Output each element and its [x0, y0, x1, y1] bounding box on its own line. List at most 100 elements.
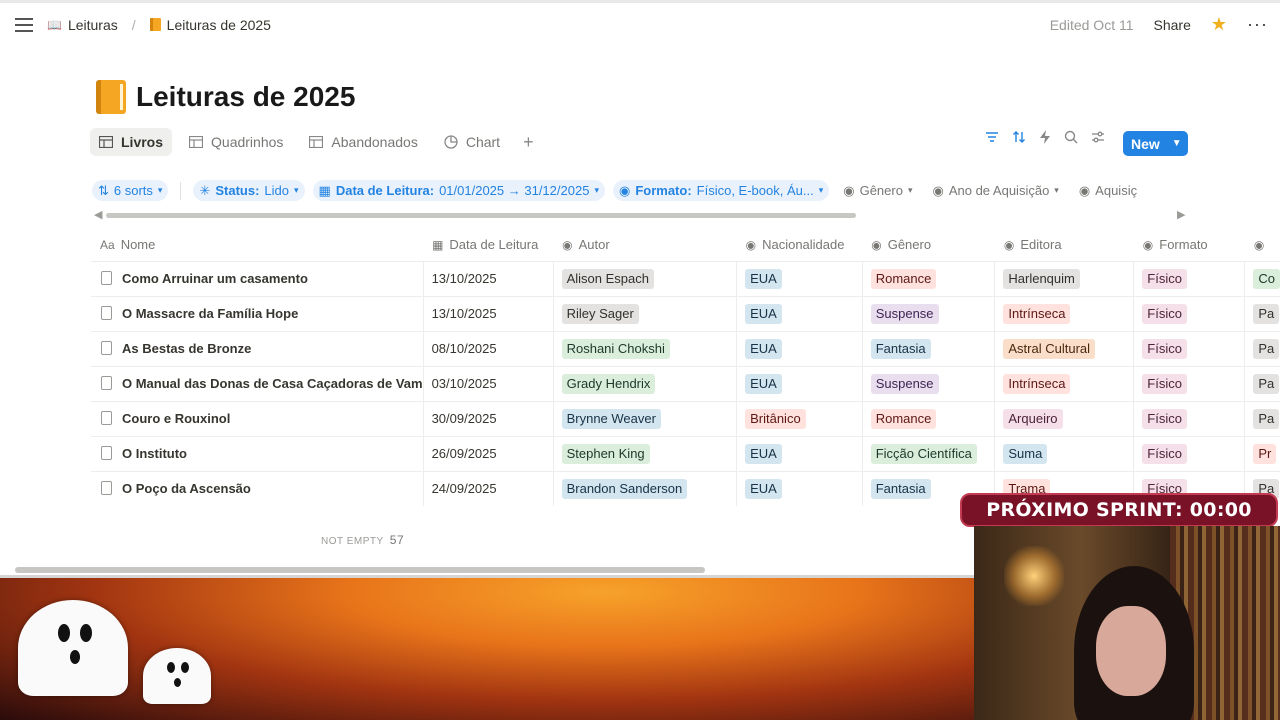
cell-next[interactable]: Pr — [1244, 435, 1280, 471]
cell-nacionalidade[interactable]: Britânico — [736, 400, 863, 436]
cell-nacionalidade[interactable]: EUA — [736, 435, 863, 471]
sort-icon[interactable] — [1012, 130, 1026, 144]
year-filter-chip[interactable]: ◉ Ano de Aquisição ▾ — [926, 180, 1064, 201]
table-scrollbar[interactable] — [15, 567, 705, 573]
sorts-chip[interactable]: ⇅ 6 sorts ▾ — [92, 180, 169, 201]
cell-genero[interactable]: Suspense — [861, 295, 995, 331]
share-button[interactable]: Share — [1154, 17, 1191, 33]
breadcrumb-current[interactable]: Leituras de 2025 — [167, 17, 271, 33]
table-row[interactable]: Couro e Rouxinol 30/09/2025 Brynne Weaver B… — [91, 400, 1280, 436]
column-header-editora[interactable]: ◉ Editora — [995, 228, 1134, 261]
cell-data[interactable]: 30/09/2025 — [422, 400, 554, 436]
page-title[interactable]: Leituras de 2025 — [136, 81, 355, 113]
cell-formato[interactable]: Físico — [1133, 295, 1245, 331]
more-icon[interactable]: ··· — [1247, 14, 1268, 35]
cell-genero[interactable]: Romance — [861, 400, 995, 436]
column-header-genero[interactable]: ◉ Gênero — [862, 228, 995, 261]
chevron-down-icon[interactable]: ▼ — [1172, 138, 1182, 149]
tab-livros[interactable]: Livros — [90, 128, 173, 156]
cell-data[interactable]: 08/10/2025 — [422, 330, 554, 366]
cell-autor[interactable]: Grady Hendrix — [552, 365, 737, 401]
cell-genero[interactable]: Suspense — [861, 365, 995, 401]
column-header-data[interactable]: ▦ Data de Leitura — [423, 228, 553, 261]
cell-editora[interactable]: Harlenquim — [994, 260, 1134, 296]
cell-data[interactable]: 24/09/2025 — [422, 470, 554, 506]
cell-formato[interactable]: Físico — [1133, 365, 1245, 401]
cell-nome[interactable]: As Bestas de Bronze — [91, 330, 424, 366]
date-filter-chip[interactable]: ▦ Data de Leitura: 01/01/2025 → 31/12/20… — [312, 180, 605, 201]
cell-nome[interactable]: Como Arruinar um casamento — [91, 260, 424, 296]
cell-autor[interactable]: Roshani Chokshi — [552, 330, 737, 366]
page-book-icon[interactable] — [96, 80, 126, 114]
cell-formato[interactable]: Físico — [1133, 330, 1245, 366]
cell-next[interactable]: Pa — [1244, 295, 1280, 331]
cell-nacionalidade[interactable]: EUA — [736, 260, 863, 296]
table-row[interactable]: As Bestas de Bronze 08/10/2025 Roshani Cho… — [91, 330, 1280, 366]
table-row[interactable]: O Instituto 26/09/2025 Stephen King EUA Ficç… — [91, 435, 1280, 471]
format-filter-chip[interactable]: ◉ Formato: Físico, E-book, Áu... ▾ — [612, 180, 830, 201]
cell-nome[interactable]: O Massacre da Família Hope — [91, 295, 424, 331]
search-icon[interactable] — [1064, 130, 1078, 144]
cell-formato[interactable]: Físico — [1133, 400, 1245, 436]
cell-autor[interactable]: Brandon Sanderson — [552, 470, 737, 506]
cell-autor[interactable]: Brynne Weaver — [552, 400, 737, 436]
menu-icon[interactable] — [15, 17, 33, 32]
table-row[interactable]: O Manual das Donas de Casa Caçadoras de … — [91, 365, 1280, 401]
cell-autor[interactable]: Stephen King — [552, 435, 737, 471]
column-header-formato[interactable]: ◉ Formato — [1134, 228, 1245, 261]
genre-filter-chip[interactable]: ◉ Gênero ▾ — [837, 180, 918, 201]
scroll-left-icon[interactable]: ◀ — [94, 208, 102, 221]
settings-sliders-icon[interactable] — [1091, 131, 1105, 143]
cell-nacionalidade[interactable]: EUA — [736, 470, 863, 506]
cell-formato[interactable]: Físico — [1133, 435, 1245, 471]
cell-nacionalidade[interactable]: EUA — [736, 295, 863, 331]
tab-chart[interactable]: Chart — [435, 128, 509, 156]
cell-next[interactable]: Pa — [1244, 365, 1280, 401]
cell-next[interactable]: Pa — [1244, 400, 1280, 436]
new-button[interactable]: New ▼ — [1123, 131, 1188, 156]
cell-nome[interactable]: O Manual das Donas de Casa Caçadoras de … — [91, 365, 424, 401]
star-icon[interactable]: ★ — [1211, 14, 1227, 35]
cell-data[interactable]: 13/10/2025 — [422, 260, 554, 296]
cell-autor[interactable]: Alison Espach — [552, 260, 737, 296]
cell-next[interactable]: Pa — [1244, 330, 1280, 366]
cell-nacionalidade[interactable]: EUA — [736, 365, 863, 401]
cell-editora[interactable]: Intrínseca — [994, 365, 1134, 401]
status-filter-chip[interactable]: ✳ Status: Lido ▾ — [193, 180, 305, 201]
cell-data[interactable]: 13/10/2025 — [422, 295, 554, 331]
lightning-icon[interactable] — [1039, 130, 1051, 144]
add-view-icon[interactable]: + — [517, 132, 540, 153]
cell-next[interactable]: Co — [1244, 260, 1280, 296]
cell-nome[interactable]: O Instituto — [91, 435, 424, 471]
select-icon: ◉ — [932, 182, 944, 198]
cell-genero[interactable]: Romance — [861, 260, 995, 296]
table-row[interactable]: O Massacre da Família Hope 13/10/2025 Rile… — [91, 295, 1280, 331]
table-row[interactable]: Como Arruinar um casamento 13/10/2025 Alis… — [91, 260, 1280, 296]
cell-formato[interactable]: Físico — [1133, 260, 1245, 296]
column-header-next[interactable]: ◉ — [1245, 228, 1280, 261]
tab-quadrinhos[interactable]: Quadrinhos — [180, 128, 292, 156]
cell-editora[interactable]: Astral Cultural — [994, 330, 1134, 366]
column-header-nacionalidade[interactable]: ◉ Nacionalidade — [737, 228, 863, 261]
cell-genero[interactable]: Fantasia — [861, 330, 995, 366]
cell-data[interactable]: 26/09/2025 — [422, 435, 554, 471]
breadcrumb-parent[interactable]: Leituras — [68, 17, 118, 33]
column-header-autor[interactable]: ◉ Autor — [553, 228, 737, 261]
cell-nome[interactable]: Couro e Rouxinol — [91, 400, 424, 436]
acquisition-filter-chip[interactable]: ◉ Aquisiç — [1073, 180, 1143, 201]
cell-genero[interactable]: Ficção Científica — [861, 435, 995, 471]
filter-scrollbar[interactable] — [106, 213, 856, 218]
cell-data[interactable]: 03/10/2025 — [422, 365, 554, 401]
cell-editora[interactable]: Intrínseca — [994, 295, 1134, 331]
column-header-nome[interactable]: Aa Nome — [91, 228, 423, 261]
cell-editora[interactable]: Suma — [994, 435, 1134, 471]
cell-autor[interactable]: Riley Sager — [552, 295, 737, 331]
cell-editora[interactable]: Arqueiro — [994, 400, 1134, 436]
cell-nome[interactable]: O Poço da Ascensão — [91, 470, 424, 506]
filter-icon[interactable] — [985, 131, 999, 143]
scroll-right-icon[interactable]: ▶ — [1177, 208, 1185, 221]
table-icon — [99, 136, 113, 148]
calculation-footer[interactable]: NOT EMPTY 57 — [321, 533, 404, 547]
cell-nacionalidade[interactable]: EUA — [736, 330, 863, 366]
tab-abandonados[interactable]: Abandonados — [300, 128, 426, 156]
